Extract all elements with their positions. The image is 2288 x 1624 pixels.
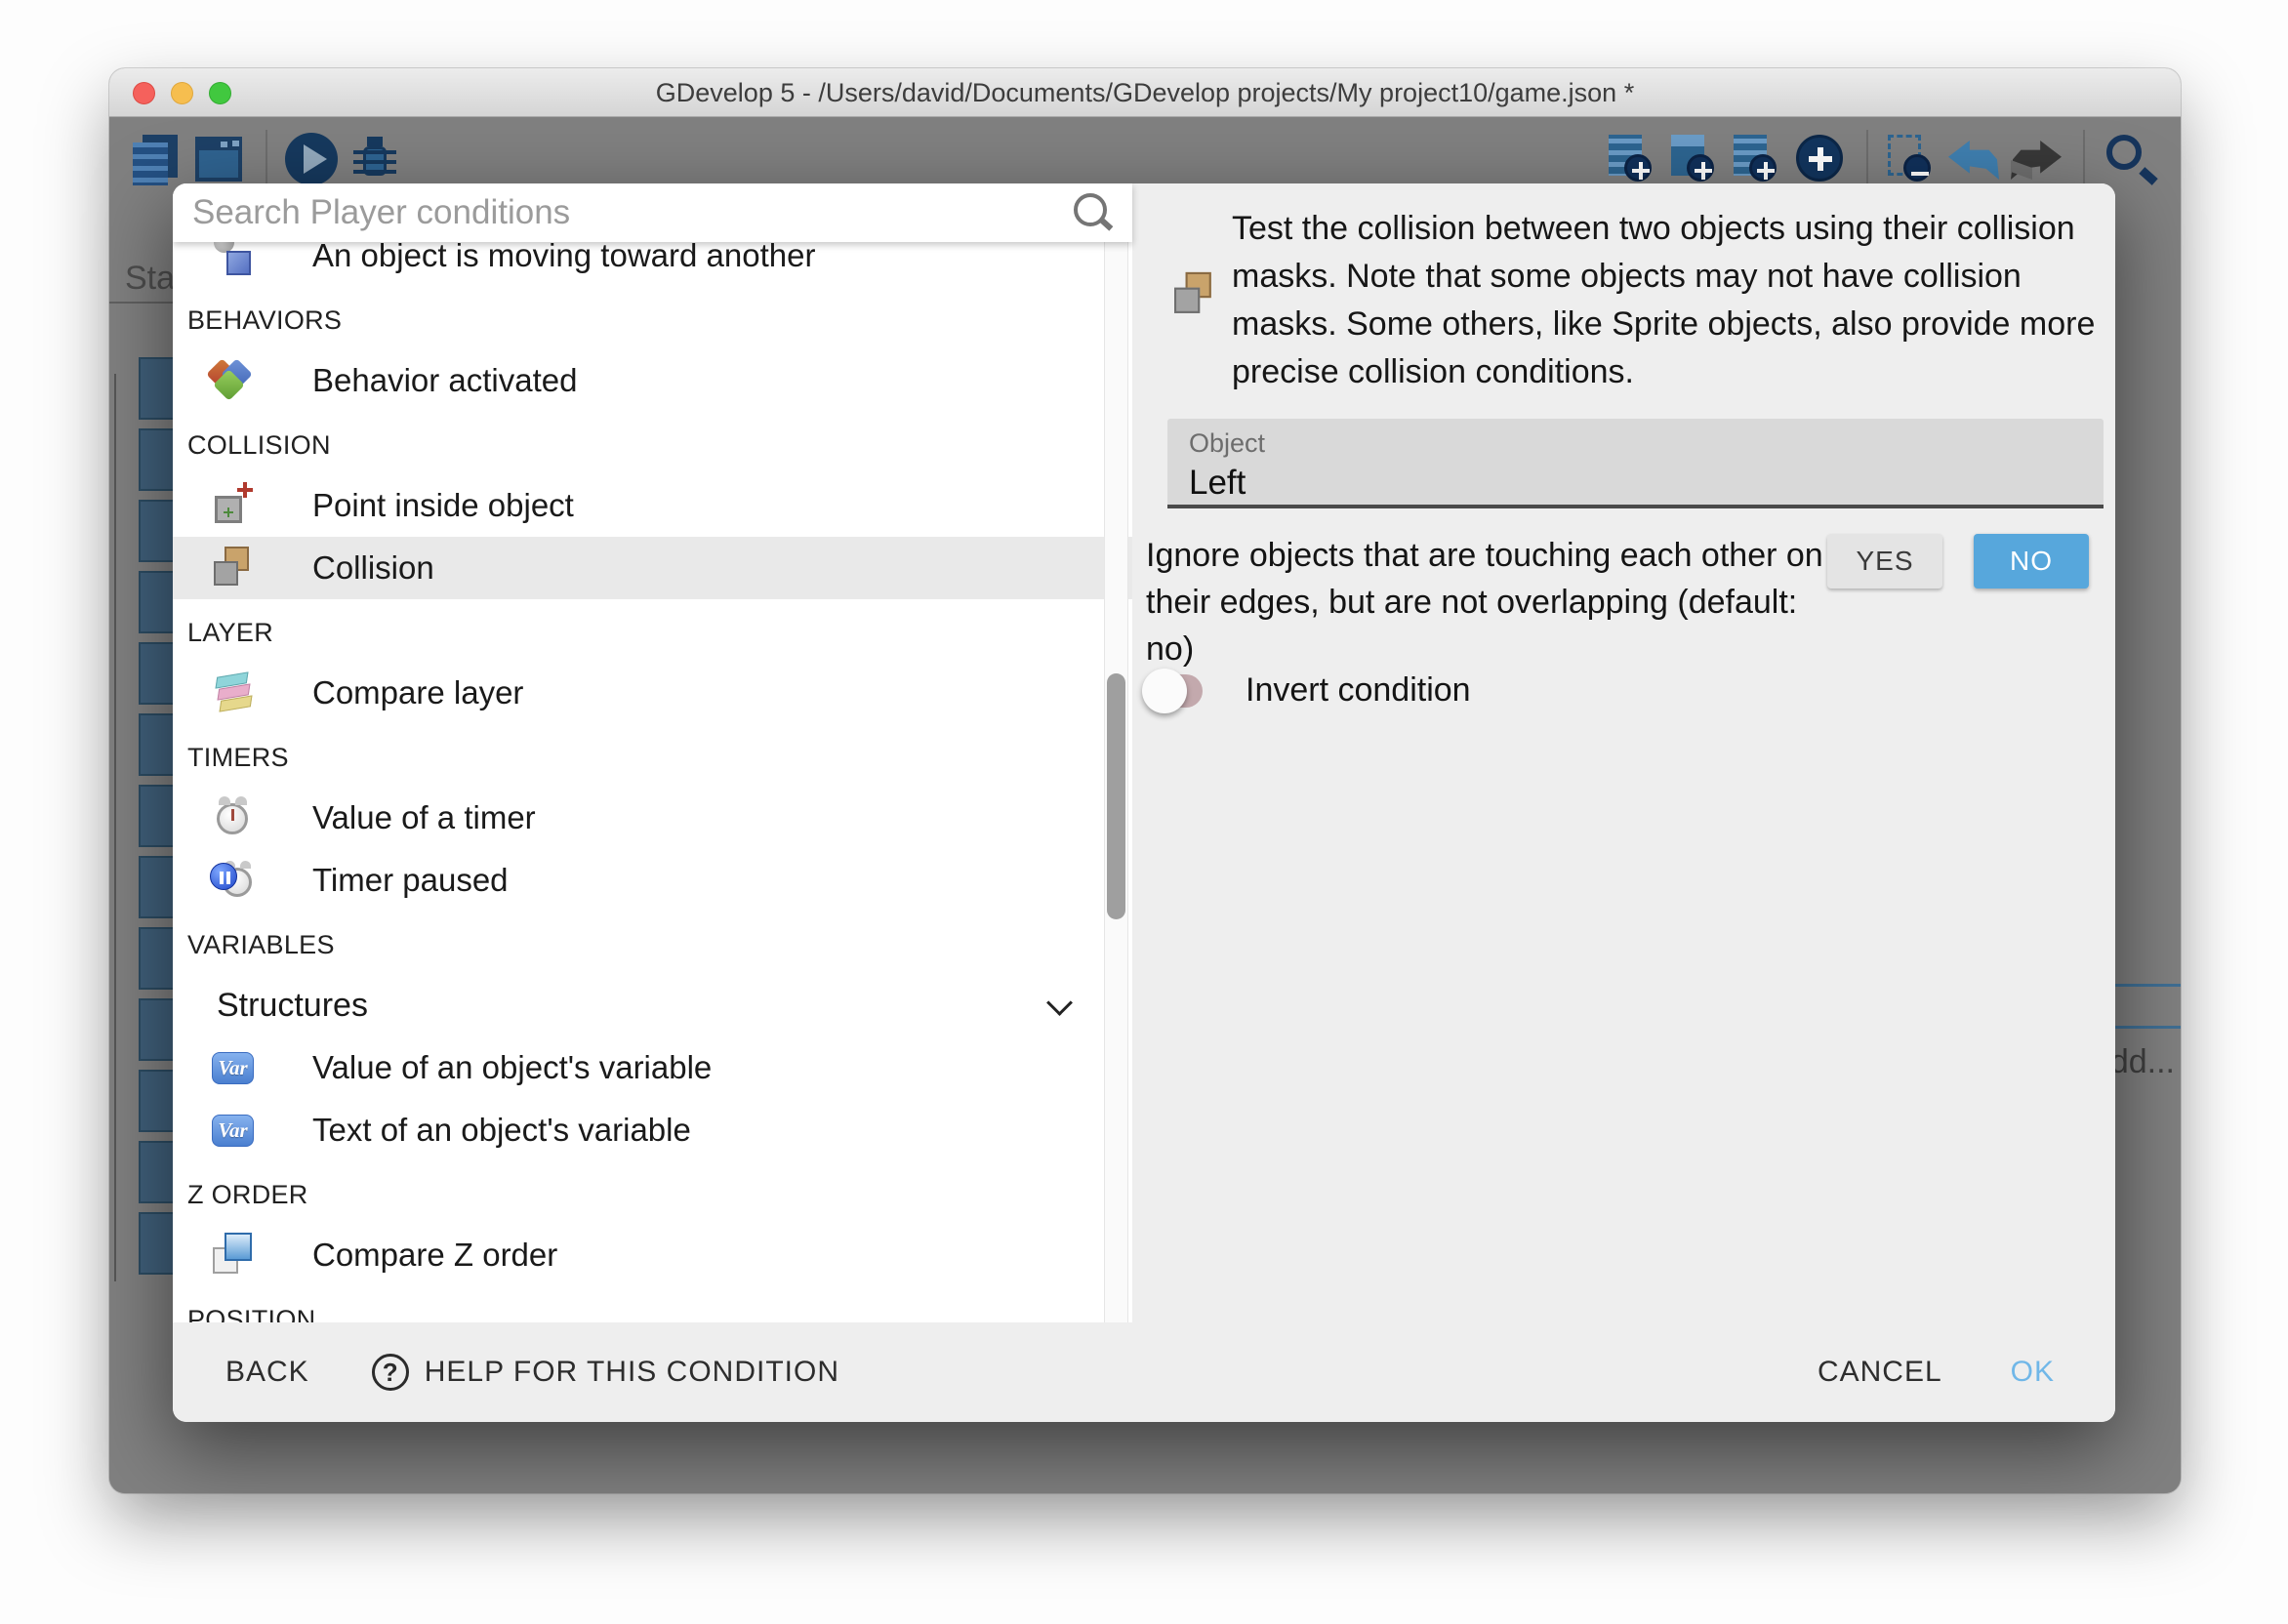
condition-item-behavior-activated[interactable]: Behavior activated bbox=[173, 349, 1132, 412]
help-button-label: HELP FOR THIS CONDITION bbox=[425, 1356, 839, 1389]
condition-item-label: Compare Z order bbox=[312, 1237, 557, 1274]
behavior-icon bbox=[210, 357, 257, 404]
background-tab-label: Sta bbox=[125, 260, 175, 298]
object-field[interactable]: Object Left bbox=[1167, 419, 2104, 508]
moving-toward-icon bbox=[210, 242, 257, 279]
ignore-edges-label: Ignore objects that are touching each ot… bbox=[1146, 532, 1841, 672]
help-icon bbox=[372, 1354, 409, 1391]
condition-item-label: Behavior activated bbox=[312, 362, 578, 399]
condition-item-label: Point inside object bbox=[312, 487, 574, 524]
search-input[interactable] bbox=[173, 193, 1068, 232]
condition-detail-panel: Test the collision between two objects u… bbox=[1132, 183, 2115, 1322]
search-bar bbox=[173, 183, 1132, 242]
scrollbar-thumb[interactable] bbox=[1107, 673, 1125, 919]
var-icon bbox=[210, 1107, 257, 1154]
category-header-behaviors: BEHAVIORS bbox=[173, 287, 1132, 349]
yes-button[interactable]: YES bbox=[1827, 534, 1942, 589]
invert-condition-row: Invert condition bbox=[1146, 671, 1471, 710]
condition-item-value-of-a-timer[interactable]: Value of a timer bbox=[173, 787, 1132, 849]
close-button[interactable] bbox=[133, 82, 155, 104]
dialog-footer: BACK HELP FOR THIS CONDITION CANCEL OK bbox=[173, 1322, 2115, 1422]
var-icon bbox=[210, 1044, 257, 1091]
condition-item-compare-z-order[interactable]: Compare Z order bbox=[173, 1224, 1132, 1286]
toggle-knob bbox=[1142, 669, 1187, 713]
condition-description: Test the collision between two objects u… bbox=[1232, 205, 2115, 396]
ok-button[interactable]: OK bbox=[2005, 1342, 2061, 1402]
condition-item-text-of-an-object-s-variable[interactable]: Text of an object's variable bbox=[173, 1099, 1132, 1161]
minimize-button[interactable] bbox=[171, 82, 193, 104]
condition-item-label: Compare layer bbox=[312, 674, 523, 711]
traffic-lights bbox=[133, 82, 231, 104]
condition-item-collision[interactable]: Collision bbox=[173, 537, 1132, 599]
collision-icon bbox=[210, 545, 257, 591]
background-tab-underline bbox=[109, 302, 174, 304]
category-header-timers: TIMERS bbox=[173, 724, 1132, 787]
point-inside-icon bbox=[210, 482, 257, 529]
category-header-collision: COLLISION bbox=[173, 412, 1132, 474]
timer-paused-icon bbox=[210, 857, 257, 904]
condition-item-an-object-is-moving-toward-another[interactable]: An object is moving toward another bbox=[173, 242, 1132, 287]
condition-item-timer-paused[interactable]: Timer paused bbox=[173, 849, 1132, 912]
object-field-value: Left bbox=[1189, 464, 2082, 503]
window-titlebar: GDevelop 5 - /Users/david/Documents/GDev… bbox=[109, 68, 2181, 117]
search-icon bbox=[1068, 189, 1115, 236]
condition-item-label: An object is moving toward another bbox=[312, 242, 815, 274]
category-header-position: POSITION bbox=[173, 1286, 1132, 1322]
back-button[interactable]: BACK bbox=[220, 1342, 315, 1402]
condition-item-value-of-an-object-s-variable[interactable]: Value of an object's variable bbox=[173, 1036, 1132, 1099]
group-row-structures[interactable]: Structures bbox=[173, 974, 1132, 1036]
category-header-variables: VARIABLES bbox=[173, 912, 1132, 974]
condition-item-label: Timer paused bbox=[312, 862, 509, 899]
condition-list-panel: An object is moving toward another BEHAVI… bbox=[173, 183, 1132, 1322]
condition-item-label: Value of an object's variable bbox=[312, 1049, 712, 1086]
condition-item-label: Collision bbox=[312, 549, 434, 587]
list-scrollbar bbox=[1104, 242, 1128, 1322]
choose-condition-dialog: An object is moving toward another BEHAVI… bbox=[173, 183, 2115, 1422]
condition-item-point-inside-object[interactable]: Point inside object bbox=[173, 474, 1132, 537]
zorder-icon bbox=[210, 1232, 257, 1279]
timer-icon bbox=[210, 794, 257, 841]
condition-item-compare-layer[interactable]: Compare layer bbox=[173, 662, 1132, 724]
zoom-button[interactable] bbox=[209, 82, 231, 104]
condition-item-label: Value of a timer bbox=[312, 799, 536, 836]
layer-icon bbox=[210, 670, 257, 716]
cancel-button[interactable]: CANCEL bbox=[1812, 1342, 1948, 1402]
background-add-label: dd... bbox=[2110, 1043, 2175, 1081]
window-title: GDevelop 5 - /Users/david/Documents/GDev… bbox=[109, 68, 2181, 117]
background-selected-event-outline bbox=[2108, 984, 2181, 1029]
help-button[interactable]: HELP FOR THIS CONDITION bbox=[372, 1354, 839, 1391]
group-label: Structures bbox=[217, 987, 368, 1025]
background-events-bracket bbox=[114, 374, 138, 1281]
condition-list: An object is moving toward another BEHAVI… bbox=[173, 242, 1132, 1322]
chevron-down-icon[interactable] bbox=[1050, 994, 1072, 1015]
collision-icon bbox=[1170, 270, 1219, 319]
no-button[interactable]: NO bbox=[1974, 534, 2089, 589]
category-header-z-order: Z ORDER bbox=[173, 1161, 1132, 1224]
category-header-layer: LAYER bbox=[173, 599, 1132, 662]
invert-condition-label: Invert condition bbox=[1246, 671, 1471, 710]
condition-item-label: Text of an object's variable bbox=[312, 1112, 691, 1149]
invert-condition-toggle[interactable] bbox=[1146, 674, 1203, 708]
object-field-label: Object bbox=[1189, 428, 2082, 459]
